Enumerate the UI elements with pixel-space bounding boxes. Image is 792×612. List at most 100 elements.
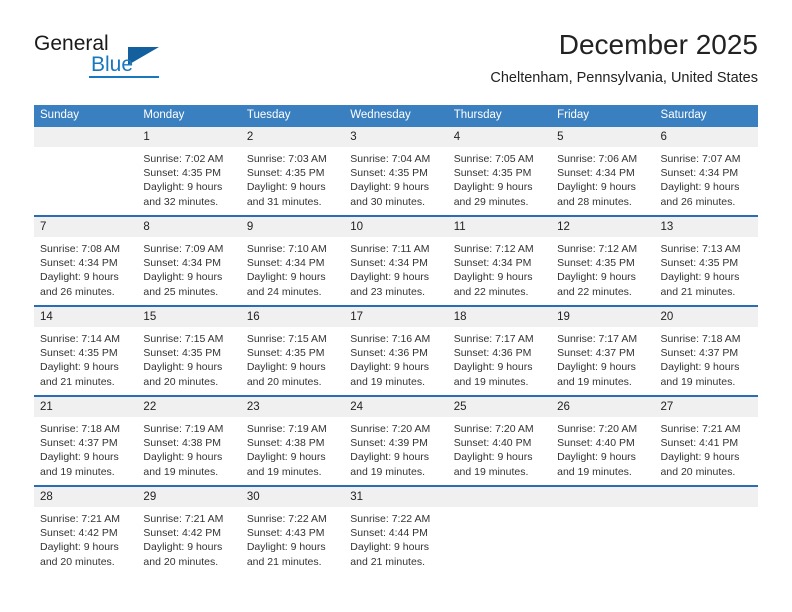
calendar-day-cell[interactable]: 24 Sunrise: 7:20 AM Sunset: 4:39 PM Dayligh… [344, 395, 448, 486]
day-details: Sunrise: 7:17 AM Sunset: 4:37 PM Daylight:… [551, 327, 654, 389]
daylight-text-line1: Daylight: 9 hours [246, 451, 326, 464]
day-details: Sunrise: 7:16 AM Sunset: 4:36 PM Daylight:… [344, 327, 447, 389]
day-details: Sunrise: 7:02 AM Sunset: 4:35 PM Daylight:… [137, 147, 240, 209]
calendar-day-cell[interactable]: 18 Sunrise: 7:17 AM Sunset: 4:36 PM Dayligh… [447, 305, 552, 396]
sunset-text: Sunset: 4:34 PM [143, 257, 222, 270]
calendar-day-cell[interactable]: 31 Sunrise: 7:22 AM Sunset: 4:44 PM Dayligh… [344, 485, 448, 575]
sunset-text: Sunset: 4:36 PM [350, 347, 428, 360]
daylight-text-line2: and 22 minutes. [453, 285, 529, 298]
calendar-day-cell[interactable]: 3 Sunrise: 7:04 AM Sunset: 4:35 PM Daylight… [344, 127, 448, 216]
weekday-header-tuesday: Tuesday [240, 105, 345, 127]
calendar-day-cell[interactable]: 27 Sunrise: 7:21 AM Sunset: 4:41 PM Dayligh… [654, 395, 758, 486]
calendar-day-cell[interactable]: 23 Sunrise: 7:19 AM Sunset: 4:38 PM Dayligh… [240, 395, 345, 486]
sunset-text: Sunset: 4:38 PM [246, 437, 325, 450]
day-details: Sunrise: 7:19 AM Sunset: 4:38 PM Daylight:… [137, 417, 240, 479]
weekday-header-monday: Monday [137, 105, 241, 127]
calendar-day-cell[interactable]: 7 Sunrise: 7:08 AM Sunset: 4:34 PM Daylight… [34, 215, 138, 306]
title-block: December 2025 Cheltenham, Pennsylvania, … [490, 28, 758, 88]
day-details: Sunrise: 7:09 AM Sunset: 4:34 PM Daylight:… [137, 237, 240, 299]
day-number: 25 [447, 397, 552, 417]
calendar-day-cell[interactable]: 26 Sunrise: 7:20 AM Sunset: 4:40 PM Dayligh… [551, 395, 655, 486]
calendar-day-cell[interactable]: 16 Sunrise: 7:15 AM Sunset: 4:35 PM Dayligh… [240, 305, 345, 396]
sunrise-text: Sunrise: 7:21 AM [143, 513, 224, 525]
daylight-text-line1: Daylight: 9 hours [557, 181, 636, 194]
sunrise-text: Sunrise: 7:18 AM [40, 423, 120, 435]
daylight-text-line1: Daylight: 9 hours [557, 271, 636, 284]
weekday-header-sunday: Sunday [34, 105, 138, 127]
daylight-text-line2: and 19 minutes. [40, 465, 115, 478]
calendar-day-cell[interactable]: 19 Sunrise: 7:17 AM Sunset: 4:37 PM Dayligh… [551, 305, 655, 396]
daylight-text-line1: Daylight: 9 hours [453, 361, 533, 374]
general-blue-logo[interactable]: General Blue [34, 32, 214, 88]
sunrise-text: Sunrise: 7:20 AM [557, 423, 638, 435]
sunrise-text: Sunrise: 7:04 AM [350, 153, 431, 165]
calendar-table: Sunday Monday Tuesday Wednesday Thursday… [34, 105, 758, 575]
day-number: 23 [240, 397, 345, 417]
calendar-day-cell[interactable]: 12 Sunrise: 7:12 AM Sunset: 4:35 PM Dayligh… [551, 215, 655, 306]
sunrise-text: Sunrise: 7:19 AM [143, 423, 224, 435]
daylight-text-line2: and 24 minutes. [246, 285, 322, 298]
calendar-day-cell[interactable]: 22 Sunrise: 7:19 AM Sunset: 4:38 PM Dayligh… [137, 395, 241, 486]
day-number: 21 [34, 397, 138, 417]
calendar-day-cell[interactable]: 5 Sunrise: 7:06 AM Sunset: 4:34 PM Daylight… [551, 127, 655, 216]
calendar-day-cell[interactable]: 14 Sunrise: 7:14 AM Sunset: 4:35 PM Dayligh… [34, 305, 138, 396]
calendar-day-cell[interactable]: 13 Sunrise: 7:13 AM Sunset: 4:35 PM Dayligh… [654, 215, 758, 306]
sunset-text: Sunset: 4:34 PM [660, 167, 739, 180]
daylight-text-line1: Daylight: 9 hours [660, 451, 740, 464]
sunrise-text: Sunrise: 7:22 AM [350, 513, 431, 525]
day-number: 18 [447, 307, 552, 327]
daylight-text-line1: Daylight: 9 hours [246, 181, 326, 194]
day-details: Sunrise: 7:19 AM Sunset: 4:38 PM Daylight:… [241, 417, 344, 479]
sunrise-text: Sunrise: 7:13 AM [660, 243, 741, 255]
calendar-day-cell[interactable]: 9 Sunrise: 7:10 AM Sunset: 4:34 PM Daylight… [240, 215, 345, 306]
weekday-header-row: Sunday Monday Tuesday Wednesday Thursday… [34, 105, 758, 127]
calendar-day-cell[interactable]: 10 Sunrise: 7:11 AM Sunset: 4:34 PM Dayligh… [344, 215, 448, 306]
sunset-text: Sunset: 4:40 PM [453, 437, 532, 450]
sunset-text: Sunset: 4:38 PM [143, 437, 222, 450]
calendar-day-cell[interactable]: 11 Sunrise: 7:12 AM Sunset: 4:34 PM Dayligh… [447, 215, 552, 306]
daylight-text-line1: Daylight: 9 hours [246, 271, 326, 284]
day-number: 10 [344, 217, 448, 237]
day-details: Sunrise: 7:20 AM Sunset: 4:40 PM Daylight:… [448, 417, 551, 479]
sunrise-text: Sunrise: 7:11 AM [350, 243, 430, 255]
daylight-text-line1: Daylight: 9 hours [143, 181, 223, 194]
calendar-day-cell[interactable]: 20 Sunrise: 7:18 AM Sunset: 4:37 PM Dayligh… [654, 305, 758, 396]
sunrise-text: Sunrise: 7:22 AM [246, 513, 327, 525]
day-number: 14 [34, 307, 138, 327]
calendar-day-cell[interactable]: 8 Sunrise: 7:09 AM Sunset: 4:34 PM Daylight… [137, 215, 241, 306]
calendar-day-cell[interactable]: 21 Sunrise: 7:18 AM Sunset: 4:37 PM Dayligh… [34, 395, 138, 486]
calendar-day-cell[interactable]: 15 Sunrise: 7:15 AM Sunset: 4:35 PM Dayligh… [137, 305, 241, 396]
calendar-day-cell[interactable]: 1 Sunrise: 7:02 AM Sunset: 4:35 PM Daylight… [137, 127, 241, 216]
sunrise-text: Sunrise: 7:21 AM [660, 423, 741, 435]
calendar-day-cell[interactable]: 29 Sunrise: 7:21 AM Sunset: 4:42 PM Dayligh… [137, 485, 241, 575]
calendar-day-cell[interactable]: 4 Sunrise: 7:05 AM Sunset: 4:35 PM Daylight… [447, 127, 552, 216]
day-number: 4 [447, 127, 552, 147]
calendar-day-cell[interactable]: 6 Sunrise: 7:07 AM Sunset: 4:34 PM Daylight… [654, 127, 758, 216]
day-details: Sunrise: 7:11 AM Sunset: 4:34 PM Daylight:… [344, 237, 447, 299]
day-number: 13 [654, 217, 758, 237]
day-number [654, 487, 758, 507]
sunrise-text: Sunrise: 7:15 AM [246, 333, 327, 345]
calendar-day-cell[interactable]: 25 Sunrise: 7:20 AM Sunset: 4:40 PM Dayligh… [447, 395, 552, 486]
daylight-text-line2: and 21 minutes. [660, 285, 736, 298]
sunset-text: Sunset: 4:34 PM [40, 257, 118, 270]
calendar-day-cell-empty [654, 485, 758, 575]
day-number: 5 [551, 127, 655, 147]
day-number: 20 [654, 307, 758, 327]
weekday-header-friday: Friday [551, 105, 655, 127]
day-details: Sunrise: 7:22 AM Sunset: 4:43 PM Daylight:… [241, 507, 344, 569]
sunset-text: Sunset: 4:35 PM [453, 167, 532, 180]
calendar-day-cell[interactable]: 2 Sunrise: 7:03 AM Sunset: 4:35 PM Daylight… [240, 127, 345, 216]
daylight-text-line2: and 25 minutes. [143, 285, 219, 298]
daylight-text-line2: and 20 minutes. [143, 555, 219, 568]
sunrise-text: Sunrise: 7:16 AM [350, 333, 431, 345]
sunset-text: Sunset: 4:35 PM [557, 257, 635, 270]
daylight-text-line2: and 21 minutes. [246, 555, 322, 568]
day-details: Sunrise: 7:06 AM Sunset: 4:34 PM Daylight:… [551, 147, 654, 209]
day-number: 15 [137, 307, 241, 327]
daylight-text-line1: Daylight: 9 hours [40, 451, 119, 464]
sunrise-text: Sunrise: 7:09 AM [143, 243, 224, 255]
calendar-day-cell[interactable]: 17 Sunrise: 7:16 AM Sunset: 4:36 PM Dayligh… [344, 305, 448, 396]
calendar-day-cell[interactable]: 28 Sunrise: 7:21 AM Sunset: 4:42 PM Dayligh… [34, 485, 138, 575]
calendar-day-cell[interactable]: 30 Sunrise: 7:22 AM Sunset: 4:43 PM Dayligh… [240, 485, 345, 575]
